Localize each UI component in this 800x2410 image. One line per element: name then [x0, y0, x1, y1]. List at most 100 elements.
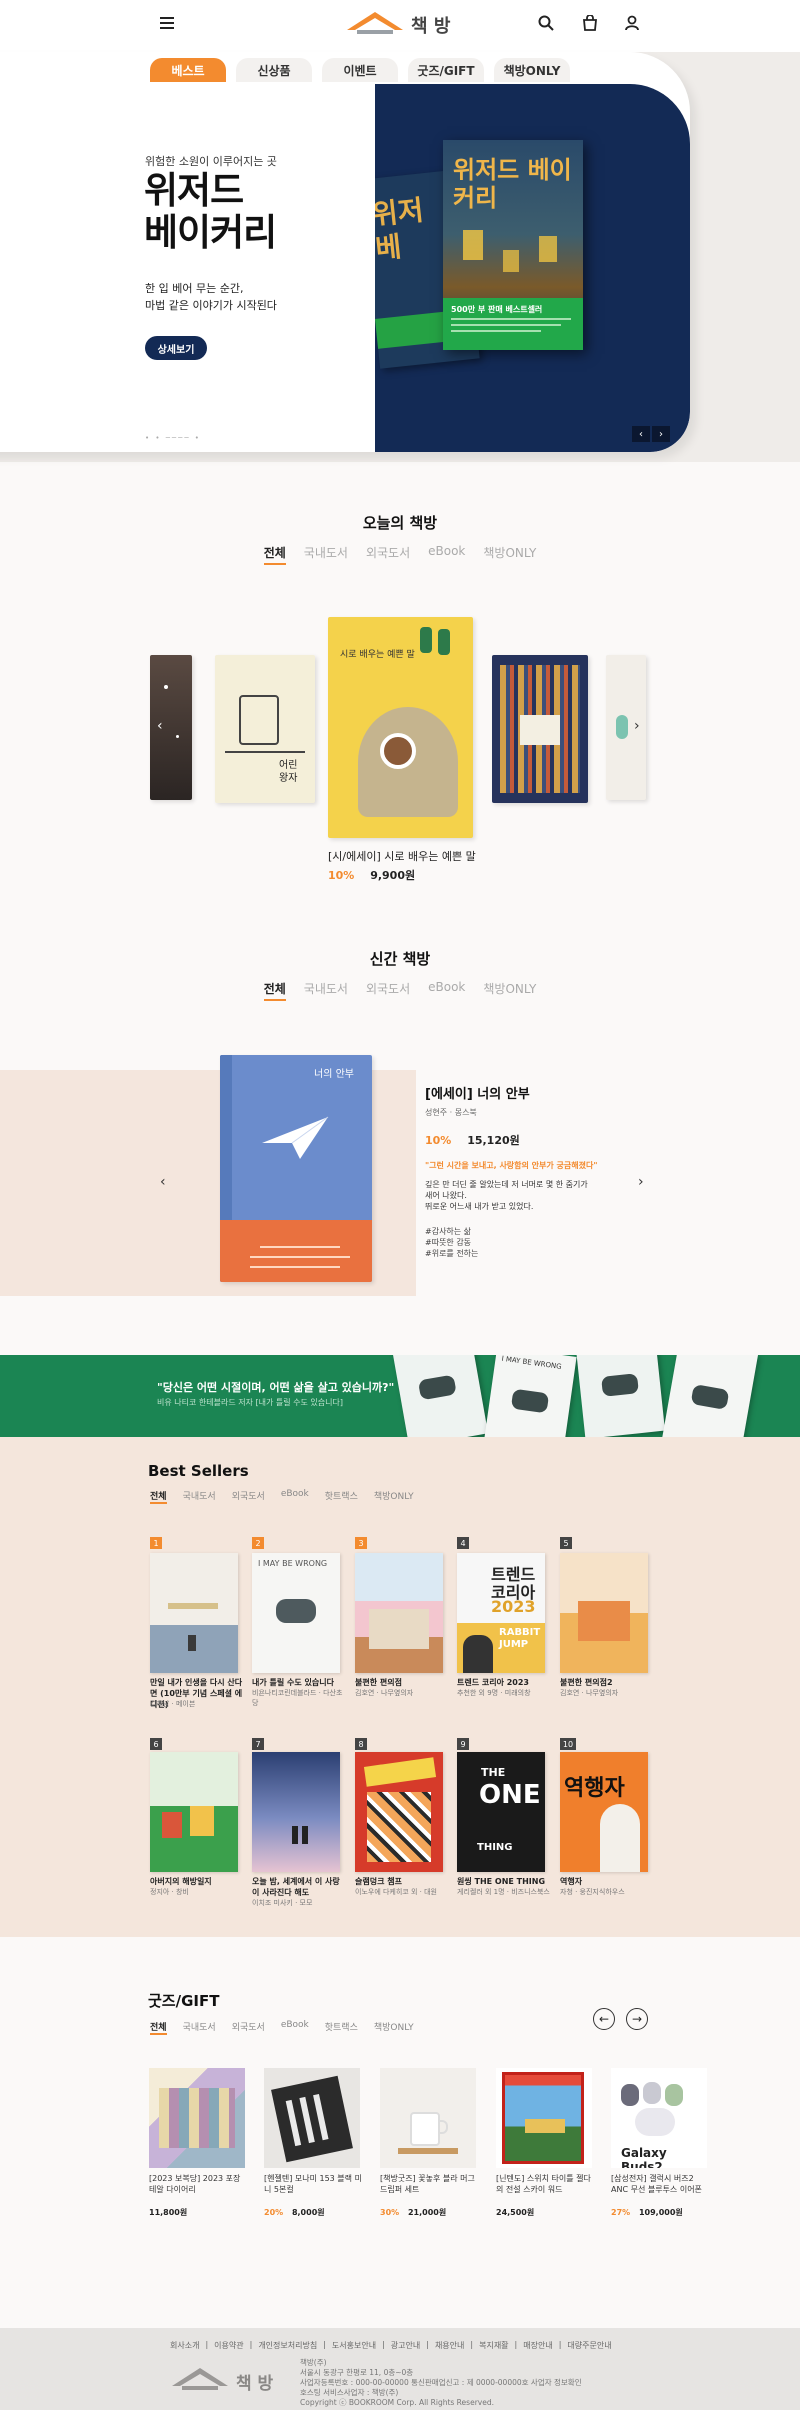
goods-filter-all[interactable]: 전체	[150, 2020, 167, 2035]
hero-prev-icon[interactable]: ‹	[632, 426, 650, 442]
bestseller-item[interactable]: 5 불편한 편의점2 김호연 · 나무옆의자	[560, 1537, 650, 1697]
bestseller-item[interactable]: 7 오늘 밤, 세계에서 이 사랑이 사라진다 해도 이치조 미사키 · 모모	[252, 1738, 342, 1907]
goods-filter-foreign[interactable]: 외국도서	[232, 2020, 265, 2035]
goods-item[interactable]: [닌텐도] 스위치 타이틀 젤다의 전설 스카이 워드 24,500원	[496, 2068, 594, 2218]
new-book-tag[interactable]: #감사하는 삶	[425, 1226, 625, 1237]
bestseller-item[interactable]: 8 슬램덩크 챔프 이노우에 다케히코 외 · 대원	[355, 1738, 445, 1898]
new-filter-all[interactable]: 전체	[263, 980, 286, 1001]
logo[interactable]: 책 방	[345, 8, 450, 42]
new-book-tag[interactable]: #따뜻한 감동	[425, 1237, 625, 1248]
footer-sep: |	[249, 2340, 253, 2349]
new-prev-icon[interactable]: ‹	[160, 1174, 166, 1190]
goods-next-icon[interactable]: →	[626, 2008, 648, 2030]
goods-filter-only[interactable]: 책방ONLY	[374, 2020, 414, 2035]
footer-sep: |	[470, 2340, 474, 2349]
today-book-5[interactable]	[606, 655, 646, 800]
bs-filter-foreign[interactable]: 외국도서	[232, 1489, 265, 1504]
new-filter-only[interactable]: 책방ONLY	[483, 980, 536, 1001]
bs-filter-hottracks[interactable]: 핫트랙스	[325, 1489, 358, 1504]
hero-pagination[interactable]: • • ──── •	[145, 434, 201, 442]
today-featured-price: 10% 9,900원	[328, 867, 415, 883]
footer-link[interactable]: 도서홍보안내	[332, 2340, 376, 2351]
footer-link[interactable]: 매장안내	[523, 2340, 552, 2351]
tab-goods[interactable]: 굿즈/GIFT	[408, 58, 484, 82]
new-book-title[interactable]: [에세이] 너의 안부	[425, 1083, 625, 1102]
tab-event[interactable]: 이벤트	[322, 58, 398, 82]
new-book-price: 10% 15,120원	[425, 1132, 625, 1148]
tab-only[interactable]: 책방ONLY	[494, 58, 570, 82]
goods-name: [2023 보복당] 2023 포장테알 다이어리	[149, 2174, 241, 2194]
today-filter-foreign[interactable]: 외국도서	[366, 544, 410, 565]
footer-logo-roof-icon	[170, 2364, 230, 2398]
bestseller-item[interactable]: 6 아버지의 해방일지 정지아 · 창비	[150, 1738, 240, 1898]
footer-link[interactable]: 복지재활	[479, 2340, 508, 2351]
bestseller-author: 이노우에 다케히코 외 · 대원	[355, 1888, 437, 1896]
today-filter-all[interactable]: 전체	[263, 544, 286, 565]
menu-icon[interactable]	[158, 14, 176, 32]
rank-badge: 6	[150, 1738, 162, 1750]
search-icon[interactable]	[537, 14, 555, 32]
tab-new[interactable]: 신상품	[236, 58, 312, 82]
hero-title: 위저드 베이커리	[144, 170, 344, 254]
today-book-featured[interactable]: 시로 배우는 예쁜 말	[328, 617, 473, 838]
today-book-2[interactable]: 어린 왕자	[215, 655, 315, 803]
hero-card: 베스트 신상품 이벤트 굿즈/GIFT 책방ONLY 위험한 소원이 이루어지는…	[0, 52, 690, 452]
goods-price: 24,500원	[496, 2207, 534, 2218]
today-filter-only[interactable]: 책방ONLY	[483, 544, 536, 565]
user-icon[interactable]	[623, 14, 641, 32]
goods-item[interactable]: [헨젤텐] 모나미 153 블랙 미니 5본컬 20% 8,000원	[264, 2068, 362, 2218]
footer-link[interactable]: 채용안내	[435, 2340, 464, 2351]
goods-prev-icon[interactable]: ←	[593, 2008, 615, 2030]
bestseller-title: 오늘 밤, 세계에서 이 사랑이 사라진다 해도	[252, 1877, 340, 1897]
new-book-tag[interactable]: #위로를 전하는	[425, 1248, 625, 1259]
today-prev-icon[interactable]: ‹	[157, 718, 163, 734]
goods-filter-ebook[interactable]: eBook	[281, 2020, 309, 2035]
goods-price: 30% 21,000원	[380, 2207, 446, 2218]
bestseller-item[interactable]: 1 만일 내가 인생을 다시 산다면 (10만부 기념 스페셜 에디션) 김혜남…	[150, 1537, 242, 1709]
detail-button[interactable]: 상세보기	[145, 336, 207, 360]
hero-text-panel: 위험한 소원이 이루어지는 곳 위저드 베이커리 한 입 베어 무는 순간, 마…	[0, 84, 375, 452]
footer-link[interactable]: 회사소개	[170, 2340, 199, 2351]
footer-link[interactable]: 광고안내	[391, 2340, 420, 2351]
bestseller-title: 내가 틀릴 수도 있습니다	[252, 1678, 334, 1687]
goods-filter-hottracks[interactable]: 핫트랙스	[325, 2020, 358, 2035]
bs-filter-only[interactable]: 책방ONLY	[374, 1489, 414, 1504]
today-next-icon[interactable]: ›	[634, 718, 640, 734]
hero-book-title: 위저드 베이커리	[453, 156, 572, 212]
new-filter-ebook[interactable]: eBook	[428, 980, 465, 1001]
promo-banner[interactable]: "당신은 어떤 시절이며, 어떤 삶을 살고 있습니까?" 비유 나티코 한테블…	[0, 1355, 800, 1437]
footer-link[interactable]: 이용약관	[214, 2340, 243, 2351]
goods-item[interactable]: [책방굿즈] 꽃놓후 블라 머그 드립퍼 세트 30% 21,000원	[380, 2068, 478, 2218]
bestseller-author: 정지아 · 창비	[150, 1888, 189, 1896]
new-next-icon[interactable]: ›	[638, 1174, 644, 1190]
bestseller-author: 이치조 미사키 · 모모	[252, 1899, 313, 1907]
bestseller-item[interactable]: 3 불편한 편의점 김호연 · 나무옆의자	[355, 1537, 445, 1697]
bs-filter-all[interactable]: 전체	[150, 1489, 167, 1504]
bestseller-item[interactable]: 9 THE ONE THING 원씽 THE ONE THING 게리켈러 외 …	[457, 1738, 550, 1898]
new-filter-domestic[interactable]: 국내도서	[304, 980, 348, 1001]
bestseller-item[interactable]: 4 트렌드 코리아 2023 RABBIT JUMP 트렌드 코리아 2023 …	[457, 1537, 547, 1697]
bs-filter-ebook[interactable]: eBook	[281, 1489, 309, 1504]
cart-icon[interactable]	[581, 14, 599, 32]
goods-item[interactable]: Galaxy Buds2 [삼성전자] 갤럭시 버즈2 ANC 무선 블루투스 …	[611, 2068, 709, 2218]
hero-next-icon[interactable]: ›	[652, 426, 670, 442]
today-featured-title[interactable]: [시/에세이] 시로 배우는 예쁜 말	[328, 848, 476, 864]
new-filter-foreign[interactable]: 외국도서	[366, 980, 410, 1001]
today-filter-domestic[interactable]: 국내도서	[304, 544, 348, 565]
goods-item[interactable]: [2023 보복당] 2023 포장테알 다이어리 11,800원	[149, 2068, 247, 2218]
new-book-cover[interactable]: 너의 안부	[220, 1055, 372, 1282]
hero-desc-line1: 한 입 베어 무는 순간,	[145, 282, 244, 295]
bestseller-item[interactable]: 10 역행자 역행자 자청 · 웅진지식하우스	[560, 1738, 650, 1898]
bestseller-filters: 전체 국내도서 외국도서 eBook 핫트랙스 책방ONLY	[150, 1489, 414, 1504]
goods-filter-domestic[interactable]: 국내도서	[183, 2020, 216, 2035]
today-book-4[interactable]	[492, 655, 588, 803]
bestseller-item[interactable]: 2 I MAY BE WRONG 내가 틀릴 수도 있습니다 비욘나티코린데블라…	[252, 1537, 342, 1707]
footer-link[interactable]: 개인정보처리방침	[258, 2340, 317, 2351]
tab-best[interactable]: 베스트	[150, 58, 226, 82]
today-filter-ebook[interactable]: eBook	[428, 544, 465, 565]
footer-link[interactable]: 대량주문안내	[567, 2340, 611, 2351]
bs-filter-domestic[interactable]: 국내도서	[183, 1489, 216, 1504]
new-book-quote: "그런 시간을 보내고, 사랑함의 안부가 궁금해졌다"	[425, 1161, 598, 1170]
new-title: 신간 책방	[369, 950, 431, 968]
new-book-info: [에세이] 너의 안부 성현주 · 몽스북 10% 15,120원 "그런 시간…	[425, 1083, 625, 1259]
